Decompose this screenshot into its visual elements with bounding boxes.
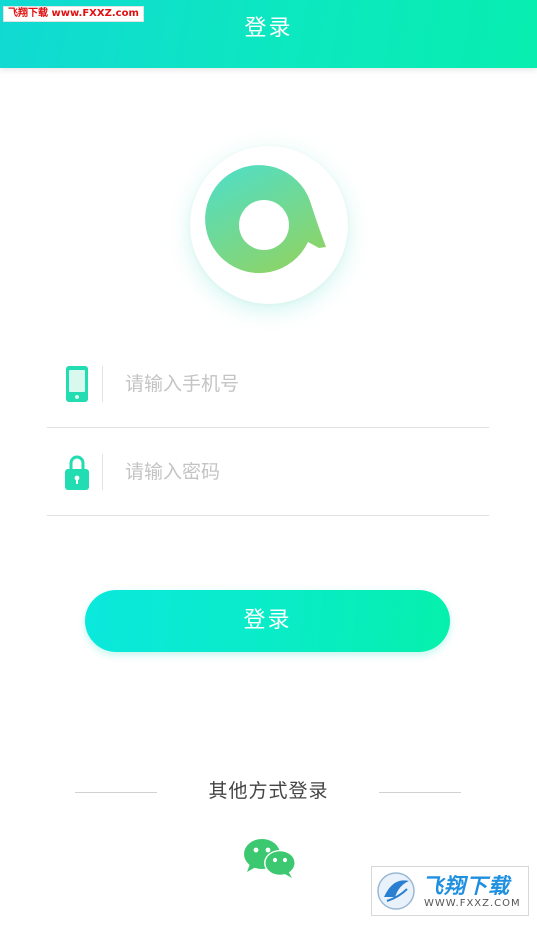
other-login-title: 其他方式登录	[208, 780, 329, 802]
password-field-underline	[47, 515, 489, 516]
other-login-divider-right	[379, 792, 461, 793]
password-field-row	[47, 428, 489, 516]
globe-logo-icon	[377, 872, 415, 910]
phone-input[interactable]	[125, 362, 465, 406]
phone-icon	[66, 366, 88, 402]
bottom-watermark: 飞翔下载 WWW.FXXZ.COM	[371, 866, 529, 916]
password-field-separator	[102, 454, 103, 490]
top-watermark: 飞翔下载 www.FXXZ.com	[3, 6, 144, 22]
phone-field-separator	[102, 366, 103, 402]
app-header: 登录 飞翔下载 www.FXXZ.com	[0, 0, 537, 68]
phone-field-row	[47, 340, 489, 428]
app-logo	[190, 146, 348, 304]
logo-ring-icon	[205, 165, 326, 274]
password-input[interactable]	[125, 450, 465, 494]
lock-icon	[65, 455, 89, 490]
wechat-icon[interactable]	[243, 838, 297, 880]
other-login-divider-left	[75, 792, 157, 793]
watermark-brand: 飞翔下载	[422, 874, 510, 898]
login-button[interactable]: 登录	[85, 590, 450, 652]
watermark-url: WWW.FXXZ.COM	[424, 898, 521, 909]
